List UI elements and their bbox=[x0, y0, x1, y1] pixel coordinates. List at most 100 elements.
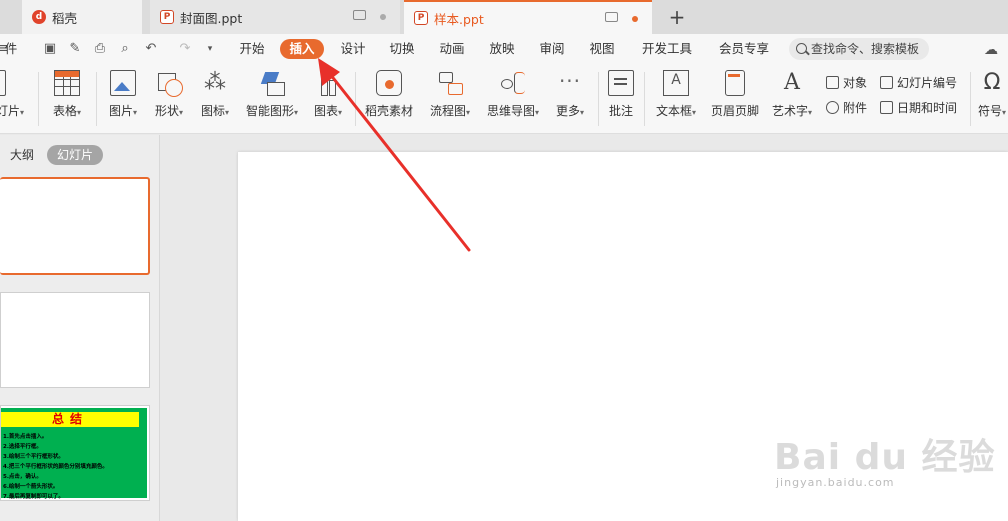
slide-number-button[interactable]: 幻灯片编号 bbox=[880, 74, 957, 92]
slide-3-line: 3.绘制三个平行框形状。 bbox=[3, 454, 64, 460]
search-icon bbox=[796, 43, 807, 54]
chevron-down-icon: ▾ bbox=[179, 108, 184, 117]
flowchart-button[interactable]: 流程图▾ bbox=[424, 70, 476, 119]
mindmap-button[interactable]: 思维导图▾ bbox=[482, 70, 544, 119]
daoke-icon: d bbox=[32, 10, 46, 24]
monitor-icon[interactable] bbox=[605, 12, 618, 22]
smartart-button[interactable]: 智能图形▾ bbox=[240, 70, 304, 119]
slide-thumbnail-3[interactable]: 总结 1.首先点击插入。 2.选择平行框。 3.绘制三个平行框形状。 4.把三个… bbox=[0, 405, 150, 501]
slide-3-line: 5.点击，确认。 bbox=[3, 474, 42, 480]
comment-button[interactable]: 批注 bbox=[604, 70, 638, 119]
shape-button[interactable]: 形状▾ bbox=[148, 70, 190, 119]
more-icon: ··· bbox=[558, 69, 582, 93]
save-icon[interactable]: ▣ bbox=[42, 41, 58, 57]
chevron-down-icon: ▾ bbox=[580, 108, 585, 117]
tab-cover-ppt[interactable]: P 封面图.ppt bbox=[150, 0, 400, 34]
mindmap-icon bbox=[500, 70, 526, 96]
picture-label: 图片 bbox=[108, 104, 133, 118]
tab-outline[interactable]: 大纲 bbox=[0, 145, 44, 165]
flowchart-label: 流程图 bbox=[429, 104, 466, 118]
slide-3-title: 总结 bbox=[1, 412, 139, 427]
chevron-down-icon: ▾ bbox=[20, 108, 25, 117]
symbol-label: 符号 bbox=[977, 104, 1002, 118]
watermark-main: Bai du 经验 bbox=[774, 437, 996, 478]
ppt-file-icon: P bbox=[160, 10, 174, 24]
monitor-icon[interactable] bbox=[353, 10, 366, 20]
slide-thumbnail-1[interactable] bbox=[0, 177, 150, 275]
slide-3-lines: 1.首先点击插入。 2.选择平行框。 3.绘制三个平行框形状。 4.把三个平行框… bbox=[3, 432, 108, 502]
material-label: 稻壳素材 bbox=[364, 104, 413, 118]
header-footer-label: 页眉页脚 bbox=[710, 104, 759, 118]
icons-label: 图标 bbox=[200, 104, 225, 118]
smartart-label: 智能图形 bbox=[245, 104, 294, 118]
slide-3-line: 4.把三个平行框形状的颜色分别填充颜色。 bbox=[3, 464, 108, 470]
separator bbox=[38, 72, 39, 126]
date-time-button[interactable]: 日期和时间 bbox=[880, 99, 957, 117]
attachment-icon bbox=[826, 101, 839, 114]
textbox-button[interactable]: 文本框▾ bbox=[650, 70, 702, 119]
menu-home[interactable]: 开始 bbox=[232, 39, 272, 59]
chevron-down-icon: ▾ bbox=[77, 108, 82, 117]
search-input[interactable]: 查找命令、搜索模板 bbox=[789, 38, 929, 60]
attachment-label: 附件 bbox=[843, 101, 868, 115]
menu-animation[interactable]: 动画 bbox=[432, 39, 472, 59]
menu-slideshow[interactable]: 放映 bbox=[482, 39, 522, 59]
textbox-icon bbox=[663, 70, 689, 96]
tab-label: 样本.ppt bbox=[434, 11, 484, 27]
wordart-label: 艺术字 bbox=[771, 104, 808, 118]
chevron-down-icon: ▾ bbox=[225, 108, 230, 117]
picture-button[interactable]: 图片▾ bbox=[102, 70, 144, 119]
menu-developer[interactable]: 开发工具 bbox=[638, 39, 696, 59]
attachment-button[interactable]: 附件 bbox=[826, 99, 867, 117]
tab-slides[interactable]: 幻灯片 bbox=[47, 145, 104, 165]
new-slide-button[interactable]: 灯片▾ bbox=[0, 70, 28, 119]
print-preview-icon[interactable]: ⌕ bbox=[117, 41, 133, 57]
slide-3-line: 6.绘制一个箭头形状。 bbox=[3, 484, 59, 490]
format-painter-icon[interactable]: ✎ bbox=[67, 41, 83, 57]
unsaved-dot-icon[interactable] bbox=[632, 16, 638, 22]
menu-view[interactable]: 视图 bbox=[582, 39, 622, 59]
new-tab-plus-icon[interactable]: + bbox=[664, 4, 690, 30]
object-label: 对象 bbox=[843, 76, 868, 90]
tab-daoke[interactable]: d 稻壳 bbox=[22, 0, 142, 34]
header-footer-button[interactable]: 页眉页脚 bbox=[708, 70, 762, 119]
slide-thumbnail-2[interactable] bbox=[0, 292, 150, 388]
material-button[interactable]: 稻壳素材 bbox=[362, 70, 416, 119]
more-button[interactable]: ··· 更多▾ bbox=[550, 70, 590, 119]
slide-3-background: 总结 1.首先点击插入。 2.选择平行框。 3.绘制三个平行框形状。 4.把三个… bbox=[1, 408, 147, 500]
menu-review[interactable]: 审阅 bbox=[532, 39, 572, 59]
chevron-down-icon[interactable]: ▾ bbox=[202, 41, 218, 57]
slide-3-line: 7.最后再复制即可以了。 bbox=[3, 494, 64, 500]
menu-member[interactable]: 会员专享 bbox=[714, 39, 774, 59]
slide-3-line: 2.选择平行框。 bbox=[3, 444, 42, 450]
comment-label: 批注 bbox=[608, 104, 633, 118]
menu-insert[interactable]: 插入 bbox=[280, 39, 324, 59]
tab-sample-ppt[interactable]: P 样本.ppt bbox=[404, 0, 652, 34]
chevron-down-icon: ▾ bbox=[692, 108, 697, 117]
chevron-down-icon: ▾ bbox=[338, 108, 343, 117]
wordart-button[interactable]: A 艺术字▾ bbox=[768, 70, 816, 119]
table-button[interactable]: 表格▾ bbox=[46, 70, 88, 119]
print-icon[interactable]: ⎙ bbox=[92, 41, 108, 57]
unsaved-dot-icon[interactable] bbox=[380, 14, 386, 20]
icons-button[interactable]: ⁂ 图标▾ bbox=[194, 70, 236, 119]
date-time-icon bbox=[880, 101, 893, 114]
chevron-down-icon: ▾ bbox=[535, 108, 540, 117]
menu-bar: ≡ 件 ▣ ✎ ⎙ ⌕ ↶ ↷ ▾ 开始 插入 设计 切换 动画 放映 审阅 视… bbox=[0, 34, 1008, 64]
table-label: 表格 bbox=[52, 104, 77, 118]
chart-button[interactable]: 图表▾ bbox=[308, 70, 348, 119]
redo-icon[interactable]: ↷ bbox=[177, 41, 193, 57]
menu-file[interactable]: 件 bbox=[0, 39, 22, 59]
object-button[interactable]: 对象 bbox=[826, 74, 867, 92]
shape-icon bbox=[156, 70, 183, 97]
picture-icon bbox=[110, 70, 136, 96]
symbol-button[interactable]: Ω 符号▾ bbox=[976, 70, 1008, 119]
undo-icon[interactable]: ↶ bbox=[143, 41, 159, 57]
header-footer-icon bbox=[725, 70, 745, 96]
separator bbox=[355, 72, 356, 126]
menu-transition[interactable]: 切换 bbox=[382, 39, 422, 59]
menu-design[interactable]: 设计 bbox=[333, 39, 373, 59]
symbol-icon: Ω bbox=[983, 70, 1001, 95]
cloud-icon[interactable]: ☁ bbox=[984, 42, 1008, 58]
shape-label: 形状 bbox=[154, 104, 179, 118]
